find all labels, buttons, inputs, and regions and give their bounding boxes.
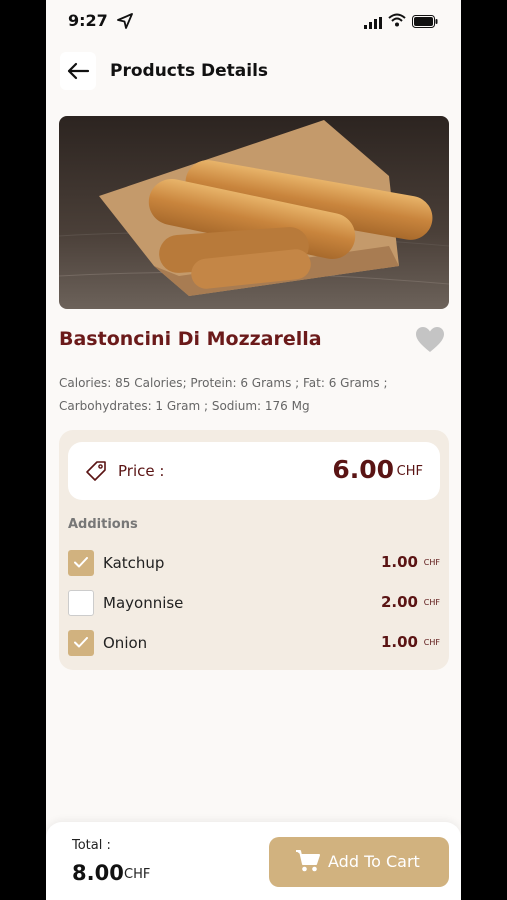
signal-icon	[364, 14, 382, 33]
add-to-cart-button[interactable]: Add To Cart	[269, 837, 449, 887]
price-label: Price :	[118, 462, 165, 480]
addition-currency: CHF	[423, 638, 440, 647]
addition-price: 1.00	[380, 553, 418, 571]
header: Products Details	[46, 52, 461, 92]
location-arrow-icon	[116, 12, 134, 34]
price-value: 6.00	[332, 455, 394, 484]
options-card: Price : 6.00 CHF Additions Katchup 1.00 …	[59, 430, 449, 670]
addition-currency: CHF	[423, 598, 440, 607]
favorite-heart-icon[interactable]	[415, 326, 445, 358]
total-label: Total :	[72, 838, 111, 853]
addition-price: 1.00	[380, 633, 418, 651]
addition-row-onion[interactable]: Onion 1.00 CHF	[68, 630, 440, 658]
addition-name: Mayonnise	[103, 594, 184, 612]
nutrition-line-2: Carbohydrates: 1 Gram ; Sodium: 176 Mg	[59, 399, 310, 413]
additions-heading: Additions	[68, 517, 138, 532]
checkmark-icon	[74, 637, 88, 648]
checkmark-icon	[74, 557, 88, 568]
price-currency: CHF	[396, 464, 423, 479]
checkbox-katchup[interactable]	[68, 550, 94, 576]
product-name: Bastoncini Di Mozzarella	[59, 328, 322, 350]
wifi-icon	[388, 12, 406, 31]
checkbox-onion[interactable]	[68, 630, 94, 656]
status-bar: 9:27	[46, 0, 461, 44]
addition-row-mayonnise[interactable]: Mayonnise 2.00 CHF	[68, 590, 440, 618]
cart-icon	[295, 849, 321, 877]
addition-name: Katchup	[103, 554, 165, 572]
battery-icon	[412, 13, 438, 32]
nutrition-line-1: Calories: 85 Calories; Protein: 6 Grams …	[59, 376, 388, 390]
addition-name: Onion	[103, 634, 148, 652]
back-button[interactable]	[60, 52, 96, 90]
addition-currency: CHF	[423, 558, 440, 567]
price-box: Price : 6.00 CHF	[68, 442, 440, 500]
status-time: 9:27	[68, 11, 108, 30]
total-value: 8.00	[72, 861, 124, 885]
add-to-cart-label: Add To Cart	[328, 852, 420, 871]
arrow-left-icon	[67, 62, 90, 80]
checkout-bar: Total : 8.00 CHF Add To Cart	[46, 822, 461, 900]
page-title: Products Details	[110, 61, 269, 81]
addition-row-katchup[interactable]: Katchup 1.00 CHF	[68, 550, 440, 578]
checkbox-mayonnise[interactable]	[68, 590, 94, 616]
product-image	[59, 116, 449, 309]
addition-price: 2.00	[380, 593, 418, 611]
total-currency: CHF	[124, 867, 151, 882]
phone-screen: 9:27 Products Details Bastoncini Di Mozz…	[46, 0, 461, 900]
price-tag-icon	[84, 459, 108, 487]
nutrition-info: Calories: 85 Calories; Protein: 6 Grams …	[59, 372, 419, 418]
